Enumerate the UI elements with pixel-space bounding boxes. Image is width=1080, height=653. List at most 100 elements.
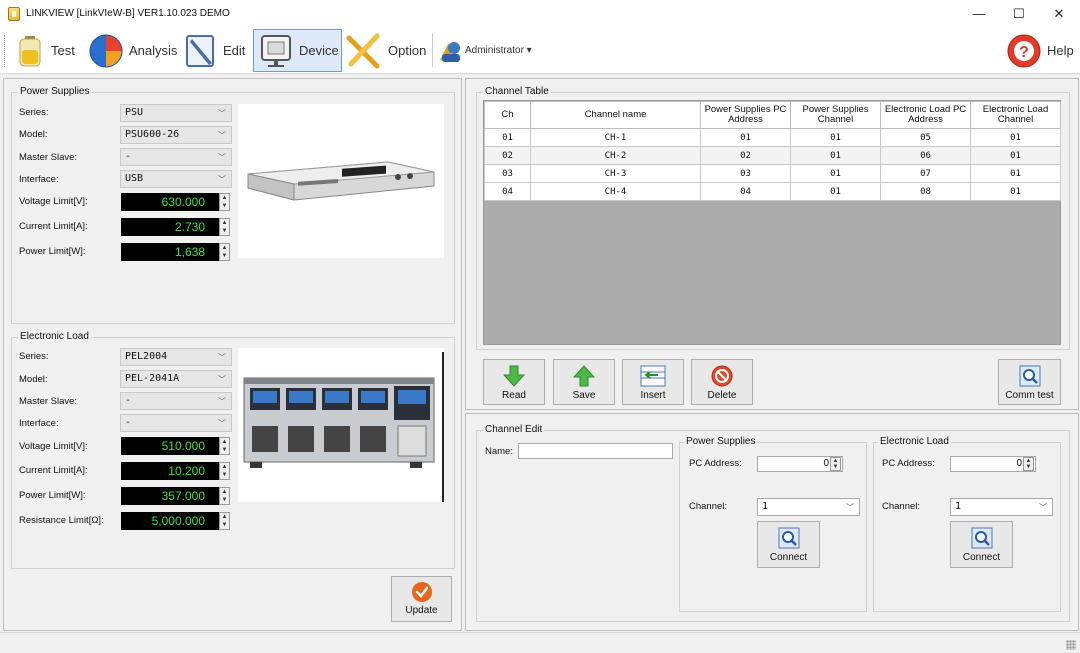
analysis-button[interactable]: Analysis: [88, 29, 178, 72]
update-label: Update: [405, 605, 438, 616]
cell-el-address[interactable]: 06: [880, 146, 971, 165]
ps-voltage-input[interactable]: 630.000: [121, 193, 219, 211]
cell-ps-address[interactable]: 04: [700, 182, 791, 201]
cell-el-address[interactable]: 07: [880, 164, 971, 183]
chevron-down-icon: ﹀: [218, 108, 226, 118]
edit-ps-address-spinner[interactable]: ▲ ▼: [830, 457, 841, 471]
cell-el-channel[interactable]: 01: [970, 164, 1061, 183]
cell-ch[interactable]: 04: [484, 182, 531, 201]
ps-current-spinner[interactable]: ▲ ▼: [219, 218, 230, 236]
ps-interface-value: USB: [125, 173, 144, 184]
toolbar-grip[interactable]: [4, 35, 7, 67]
el-connect-button[interactable]: Connect: [950, 521, 1013, 568]
col-header-ps-address[interactable]: Power Supplies PC Address: [700, 101, 791, 129]
edit-ps-title: Power Supplies: [684, 436, 758, 447]
col-header-el-address[interactable]: Electronic Load PC Address: [880, 101, 971, 129]
cell-el-channel[interactable]: 01: [970, 182, 1061, 201]
cell-ps-address[interactable]: 01: [700, 128, 791, 147]
cell-el-address[interactable]: 08: [880, 182, 971, 201]
read-button[interactable]: Read: [483, 359, 545, 405]
ps-interface-select[interactable]: USB ﹀: [120, 170, 232, 188]
cell-ch[interactable]: 02: [484, 146, 531, 165]
ps-current-input[interactable]: 2.730: [121, 218, 219, 236]
delete-button[interactable]: Delete: [691, 359, 753, 405]
cell-ps-channel[interactable]: 01: [790, 182, 881, 201]
cell-channel-name[interactable]: CH-4: [530, 182, 701, 201]
cell-el-channel[interactable]: 01: [970, 128, 1061, 147]
table-row[interactable]: 02 CH-2 02 01 06 01: [484, 146, 1061, 165]
cell-ps-channel[interactable]: 01: [790, 146, 881, 165]
edit-el-channel-select[interactable]: 1 ﹀: [950, 498, 1053, 516]
col-header-channel-name[interactable]: Channel name: [530, 101, 701, 129]
user-menu-button[interactable]: Administrator ▾: [438, 29, 544, 72]
ps-power-input[interactable]: 1,638: [121, 243, 219, 261]
cell-ps-address[interactable]: 03: [700, 164, 791, 183]
el-model-value: PEL-2041A: [125, 373, 180, 384]
resize-grip-icon[interactable]: [1066, 640, 1076, 650]
channel-name-input[interactable]: [518, 443, 673, 459]
cell-el-channel[interactable]: 01: [970, 146, 1061, 165]
el-interface-select[interactable]: - ﹀: [120, 414, 232, 432]
help-button[interactable]: ? Help: [1006, 29, 1076, 72]
table-row[interactable]: 01 CH-1 01 01 05 01: [484, 128, 1061, 147]
ps-power-spinner[interactable]: ▲ ▼: [219, 243, 230, 261]
magnifier-icon: [971, 527, 992, 549]
comm-test-button[interactable]: Comm test: [998, 359, 1061, 405]
table-row[interactable]: 04 CH-4 04 01 08 01: [484, 182, 1061, 201]
col-header-ch[interactable]: Ch: [484, 101, 531, 129]
save-button[interactable]: Save: [553, 359, 615, 405]
el-power-spinner[interactable]: ▲ ▼: [219, 487, 230, 505]
cell-ch[interactable]: 01: [484, 128, 531, 147]
ps-voltage-spinner[interactable]: ▲ ▼: [219, 193, 230, 211]
table-row[interactable]: 03 CH-3 03 01 07 01: [484, 164, 1061, 183]
cell-el-address[interactable]: 05: [880, 128, 971, 147]
svg-text:?: ?: [1019, 44, 1029, 61]
el-interface-value: -: [125, 417, 132, 428]
ps-interface-label: Interface:: [19, 174, 59, 185]
cell-ps-channel[interactable]: 01: [790, 164, 881, 183]
el-series-select[interactable]: PEL2004 ﹀: [120, 348, 232, 366]
cell-ps-channel[interactable]: 01: [790, 128, 881, 147]
col-header-el-channel[interactable]: Electronic Load Channel: [970, 101, 1061, 129]
edit-button[interactable]: Edit: [184, 29, 250, 72]
device-button[interactable]: Device: [253, 29, 342, 72]
device-label: Device: [299, 43, 339, 58]
option-button[interactable]: Option: [345, 29, 427, 72]
status-bar: [0, 632, 1080, 653]
ps-connect-button[interactable]: Connect: [757, 521, 820, 568]
col-header-ps-channel[interactable]: Power Supplies Channel: [790, 101, 881, 129]
cell-channel-name[interactable]: CH-3: [530, 164, 701, 183]
maximize-button[interactable]: ☐: [1000, 0, 1038, 27]
insert-button[interactable]: Insert: [622, 359, 684, 405]
ps-model-value: PSU600-26: [125, 129, 180, 140]
ps-series-select[interactable]: PSU ﹀: [120, 104, 232, 122]
read-label: Read: [502, 390, 526, 401]
edit-ps-channel-select[interactable]: 1 ﹀: [757, 498, 860, 516]
update-button[interactable]: Update: [391, 576, 452, 622]
cell-ps-address[interactable]: 02: [700, 146, 791, 165]
el-current-input[interactable]: 10.200: [121, 462, 219, 480]
cell-channel-name[interactable]: CH-1: [530, 128, 701, 147]
el-master-slave-select[interactable]: - ﹀: [120, 392, 232, 410]
el-voltage-input[interactable]: 510.000: [121, 437, 219, 455]
table-header-row: Ch Channel name Power Supplies PC Addres…: [484, 101, 1061, 129]
close-button[interactable]: ✕: [1040, 0, 1078, 27]
cell-ch[interactable]: 03: [484, 164, 531, 183]
el-model-select[interactable]: PEL-2041A ﹀: [120, 370, 232, 388]
minimize-button[interactable]: —: [960, 0, 998, 27]
el-power-input[interactable]: 357.000: [121, 487, 219, 505]
ps-master-slave-select[interactable]: - ﹀: [120, 148, 232, 166]
test-button[interactable]: Test: [14, 29, 84, 72]
el-resistance-input[interactable]: 5,000.000: [121, 512, 219, 530]
el-current-spinner[interactable]: ▲ ▼: [219, 462, 230, 480]
ps-model-select[interactable]: PSU600-26 ﹀: [120, 126, 232, 144]
ps-voltage-label: Voltage Limit[V]:: [19, 196, 88, 207]
edit-el-address-spinner[interactable]: ▲ ▼: [1023, 457, 1034, 471]
el-series-label: Series:: [19, 351, 49, 362]
el-resistance-spinner[interactable]: ▲ ▼: [219, 512, 230, 530]
el-voltage-spinner[interactable]: ▲ ▼: [219, 437, 230, 455]
el-interface-label: Interface:: [19, 418, 59, 429]
cell-channel-name[interactable]: CH-2: [530, 146, 701, 165]
insert-label: Insert: [640, 390, 666, 401]
insert-row-icon: [640, 365, 666, 387]
